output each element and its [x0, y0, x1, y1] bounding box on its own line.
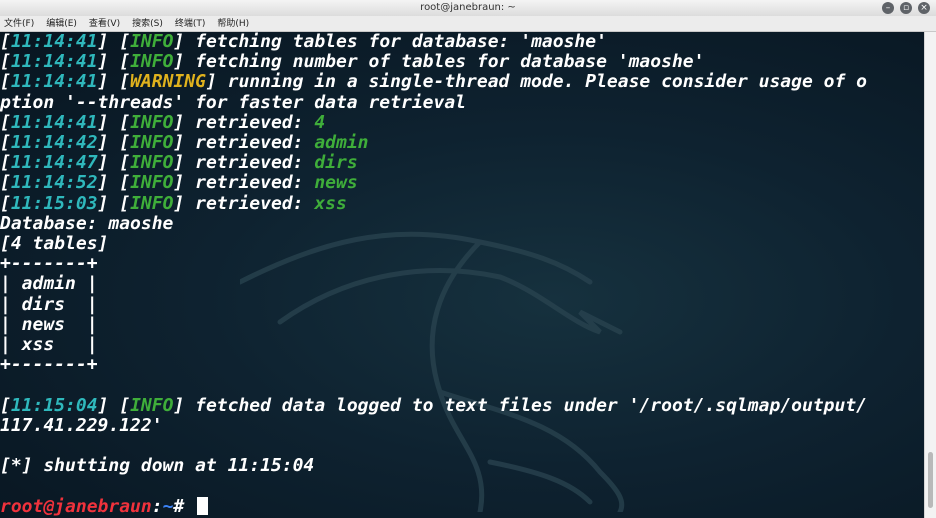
terminal-line: | admin | — [0, 273, 98, 295]
title-bar: root@janebraun: ~ – ▫ × — [0, 0, 936, 17]
terminal-output[interactable]: [11:14:41] [INFO] fetching tables for da… — [0, 32, 924, 518]
terminal-line: [11:15:03] [INFO] retrieved: xss — [0, 192, 347, 214]
window-controls: – ▫ × — [882, 2, 930, 14]
terminal-line: | xss | — [0, 334, 98, 356]
menu-bar: 文件(F) 编辑(E) 查看(V) 搜索(S) 终端(T) 帮助(H) — [0, 16, 936, 32]
terminal-line: [11:14:41] [WARNING] running in a single… — [0, 71, 867, 93]
terminal-line: [11:14:42] [INFO] retrieved: admin — [0, 132, 369, 154]
terminal-line: +-------+ — [0, 354, 98, 376]
menu-search[interactable]: 搜索(S) — [132, 16, 163, 31]
terminal-line: +-------+ — [0, 253, 98, 275]
terminal-line: [11:14:41] [INFO] fetching number of tab… — [0, 51, 705, 73]
menu-edit[interactable]: 编辑(E) — [46, 16, 77, 31]
window-title: root@janebraun: ~ — [420, 2, 516, 13]
scrollbar-thumb[interactable] — [928, 452, 933, 508]
scrollbar[interactable] — [924, 32, 936, 518]
menu-help[interactable]: 帮助(H) — [217, 16, 249, 31]
close-icon[interactable]: × — [918, 2, 930, 14]
terminal-line: [11:14:47] [INFO] retrieved: dirs — [0, 152, 358, 174]
terminal-line: Database: maoshe — [0, 212, 174, 234]
menu-file[interactable]: 文件(F) — [4, 16, 34, 31]
terminal-line: ption '--threads' for faster data retrie… — [0, 91, 467, 113]
text-cursor — [197, 496, 209, 515]
menu-terminal[interactable]: 终端(T) — [175, 16, 206, 31]
menu-view[interactable]: 查看(V) — [89, 16, 120, 31]
command-prompt: root@janebraun:~# — [0, 496, 209, 517]
terminal-line: [11:14:52] [INFO] retrieved: news — [0, 172, 358, 194]
terminal-line: | dirs | — [0, 293, 98, 315]
terminal-text: [11:14:41] [INFO] fetching tables for da… — [0, 32, 867, 517]
terminal-line: [*] shutting down at 11:15:04 — [0, 455, 315, 477]
terminal-line: | news | — [0, 313, 98, 335]
terminal-line: [11:14:41] [INFO] retrieved: 4 — [0, 111, 326, 133]
terminal-line: 117.41.229.122' — [0, 414, 163, 436]
minimize-icon[interactable]: – — [882, 2, 894, 14]
terminal-line: [4 tables] — [0, 233, 109, 255]
maximize-icon[interactable]: ▫ — [900, 2, 912, 14]
terminal-line: [11:15:04] [INFO] fetched data logged to… — [0, 394, 868, 416]
terminal-line: [11:14:41] [INFO] fetching tables for da… — [0, 32, 607, 52]
